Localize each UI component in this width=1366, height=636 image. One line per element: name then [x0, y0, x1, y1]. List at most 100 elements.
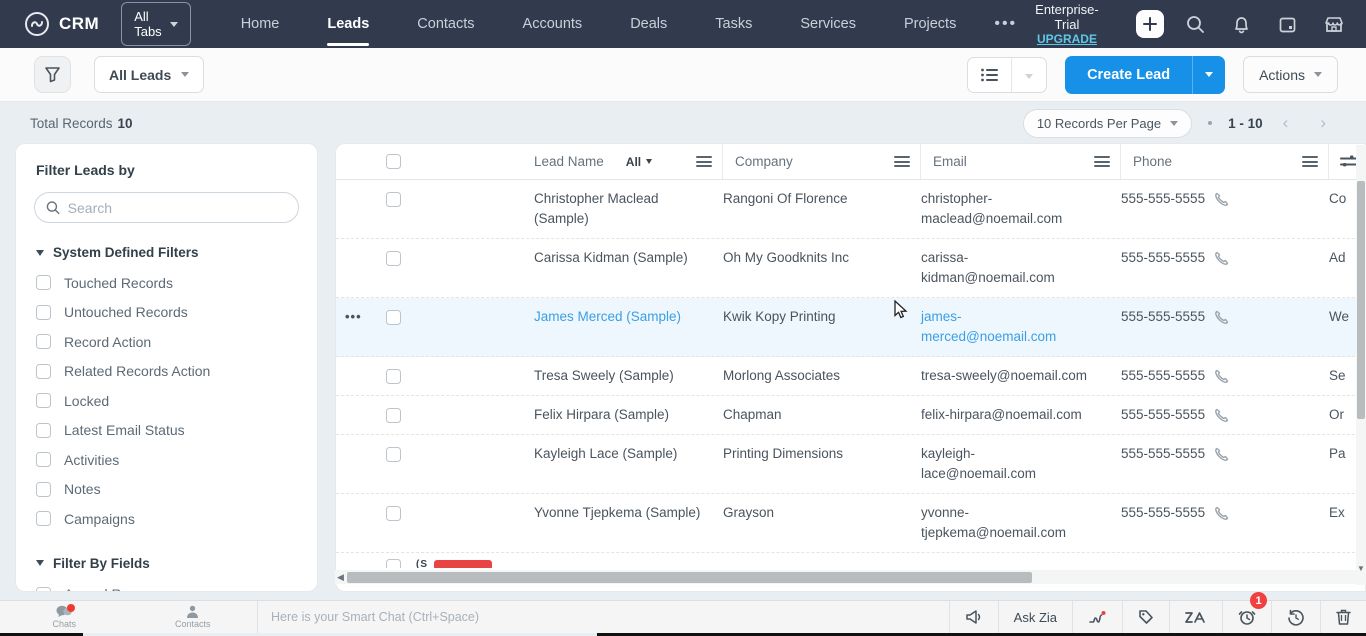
email-cell[interactable]: yvonne-tjepkema@noemail.com [921, 503, 1121, 543]
checkbox[interactable] [36, 452, 51, 468]
email-cell[interactable]: tresa-sweely@noemail.com [921, 366, 1121, 386]
prev-page-button[interactable]: ‹ [1271, 113, 1301, 133]
tab-home[interactable]: Home [217, 0, 304, 48]
phone-icon[interactable] [1214, 251, 1229, 266]
sidebar-search-input[interactable] [67, 199, 287, 216]
phone-icon[interactable] [1214, 192, 1229, 207]
lead-name-cell[interactable]: Tresa Sweely (Sample) [534, 366, 723, 386]
table-row[interactable]: Christopher Maclead (Sample) Rangoni Of … [336, 180, 1365, 239]
tab-tasks[interactable]: Tasks [691, 0, 776, 48]
header-phone[interactable]: Phone [1121, 144, 1329, 179]
email-cell[interactable]: carissa-kidman@noemail.com [921, 248, 1121, 288]
header-company[interactable]: Company [723, 144, 921, 179]
lead-name-all-filter[interactable]: All [626, 155, 653, 169]
row-checkbox[interactable] [386, 369, 401, 384]
table-row[interactable]: Felix Hirpara (Sample) Chapman felix-hir… [336, 396, 1365, 435]
column-menu-icon[interactable] [1302, 154, 1318, 170]
lead-name-cell[interactable]: Christopher Maclead (Sample) [534, 189, 723, 229]
phone-icon[interactable] [1214, 310, 1229, 325]
email-cell[interactable]: felix-hirpara@noemail.com [921, 405, 1121, 425]
marketplace-button[interactable] [1315, 7, 1353, 41]
filter-locked[interactable]: Locked [36, 386, 317, 416]
tab-accounts[interactable]: Accounts [499, 0, 607, 48]
search-button[interactable] [1177, 7, 1215, 41]
more-tabs-button[interactable]: ••• [980, 15, 1031, 33]
records-per-page-dropdown[interactable]: 10 Records Per Page [1022, 108, 1193, 138]
checkbox[interactable] [36, 481, 51, 497]
row-checkbox[interactable] [386, 559, 401, 568]
zoho-crm-logo[interactable]: CRM [0, 11, 99, 37]
horizontal-scroll-thumb[interactable] [347, 571, 1032, 583]
lead-name-cell[interactable]: Yvonne Tjepkema (Sample) [534, 503, 723, 543]
row-checkbox[interactable] [386, 447, 401, 462]
lead-name-cell[interactable]: Kayleigh Lace (Sample) [534, 444, 723, 484]
table-row[interactable]: Carissa Kidman (Sample) Oh My Goodknits … [336, 239, 1365, 298]
checkbox[interactable] [36, 393, 51, 409]
row-checkbox[interactable] [386, 192, 401, 207]
ask-zia-button[interactable]: Ask Zia [997, 601, 1072, 633]
calendar-button[interactable] [1269, 7, 1307, 41]
table-row-partial[interactable]: (S [336, 553, 1365, 568]
email-cell[interactable]: james-merced@noemail.com [921, 307, 1121, 347]
checkbox[interactable] [36, 275, 51, 291]
announcements-button[interactable] [948, 601, 998, 633]
settings-button[interactable] [1361, 7, 1366, 41]
header-lead-name[interactable]: Lead Name All [416, 144, 723, 179]
tag-button[interactable] [1122, 601, 1169, 633]
email-cell[interactable]: christopher-maclead@noemail.com [921, 189, 1121, 229]
filter-campaigns[interactable]: Campaigns [36, 504, 317, 534]
notifications-button[interactable] [1223, 7, 1261, 41]
lead-name-cell[interactable]: Felix Hirpara (Sample) [534, 405, 723, 425]
view-dropdown[interactable]: All Leads [94, 56, 205, 93]
recycle-bin-button[interactable] [1320, 601, 1366, 633]
contacts-tray-button[interactable]: Contacts [129, 601, 258, 633]
upgrade-link[interactable]: UPGRADE [1035, 32, 1099, 47]
column-menu-icon[interactable] [696, 154, 712, 170]
create-lead-dropdown[interactable] [1192, 55, 1226, 94]
phone-icon[interactable] [1214, 506, 1229, 521]
table-row[interactable]: Yvonne Tjepkema (Sample) Grayson yvonne-… [336, 494, 1365, 553]
sidebar-search[interactable] [34, 192, 299, 223]
row-checkbox[interactable] [386, 310, 401, 325]
checkbox[interactable] [36, 363, 51, 379]
header-email[interactable]: Email [921, 144, 1121, 179]
vertical-scrollbar[interactable]: ▼ [1356, 145, 1366, 585]
checkbox[interactable] [36, 304, 51, 320]
phone-icon[interactable] [1214, 408, 1229, 423]
scroll-left-arrow[interactable]: ◀ [337, 572, 344, 583]
column-menu-icon[interactable] [1094, 154, 1110, 170]
lead-name-cell[interactable]: Carissa Kidman (Sample) [534, 248, 723, 288]
tab-contacts[interactable]: Contacts [393, 0, 498, 48]
list-view-selector[interactable] [967, 56, 1048, 93]
checkbox[interactable] [36, 422, 51, 438]
section-filter-by-fields[interactable]: Filter By Fields [36, 556, 317, 571]
chats-tray-button[interactable]: Chats [0, 601, 129, 633]
select-all-checkbox[interactable] [386, 154, 401, 169]
table-row[interactable]: Kayleigh Lace (Sample) Printing Dimensio… [336, 435, 1365, 494]
smart-chat-input[interactable]: Here is your Smart Chat (Ctrl+Space) [258, 610, 949, 624]
filter-touched-records[interactable]: Touched Records [36, 268, 317, 298]
checkbox[interactable] [36, 334, 51, 350]
table-row-hovered[interactable]: ••• James Merced (Sample) Kwik Kopy Prin… [336, 298, 1365, 357]
table-row[interactable]: Tresa Sweely (Sample) Morlong Associates… [336, 357, 1365, 396]
column-menu-icon[interactable] [894, 154, 910, 170]
phone-icon[interactable] [1214, 447, 1229, 462]
tab-projects[interactable]: Projects [880, 0, 980, 48]
signals-button[interactable] [1072, 601, 1122, 633]
row-checkbox[interactable] [386, 506, 401, 521]
row-checkbox[interactable] [386, 408, 401, 423]
manage-columns-button[interactable] [1340, 154, 1357, 172]
horizontal-scrollbar[interactable]: ◀ [335, 570, 1356, 584]
create-lead-button[interactable]: Create Lead [1065, 55, 1193, 94]
vertical-scroll-thumb[interactable] [1357, 181, 1365, 419]
row-menu-button[interactable]: ••• [336, 309, 362, 324]
lead-name-cell[interactable]: James Merced (Sample) [534, 307, 723, 347]
section-system-defined-filters[interactable]: System Defined Filters [36, 245, 317, 260]
checkbox[interactable] [36, 586, 51, 591]
tab-services[interactable]: Services [776, 0, 880, 48]
actions-dropdown[interactable]: Actions [1243, 56, 1338, 93]
reminders-button[interactable]: 1 [1222, 592, 1271, 633]
filter-annual-revenue[interactable]: Annual Revenue [36, 580, 317, 591]
scroll-down-arrow[interactable]: ▼ [1357, 564, 1365, 573]
next-page-button[interactable]: › [1308, 113, 1338, 133]
